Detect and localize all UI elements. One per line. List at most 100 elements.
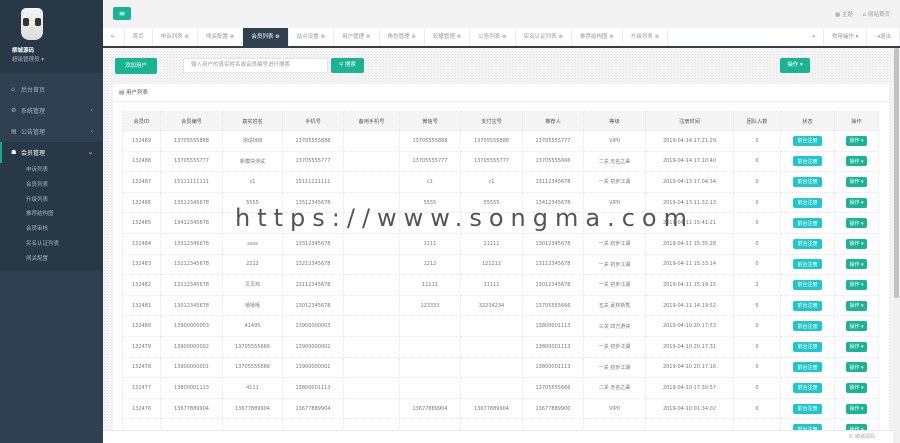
table-cell: 2019-04-11 15:33:14 <box>645 253 734 276</box>
status-badge[interactable]: 前台注册 <box>793 259 822 270</box>
close-icon[interactable]: ⊗ <box>366 34 371 40</box>
table-cell: 嘻嘻嘻 <box>222 294 283 317</box>
submenu-item[interactable]: 会员审核 <box>0 222 103 237</box>
table-cell: 132481 <box>122 294 161 317</box>
close-icon[interactable]: ⊗ <box>655 34 660 40</box>
status-badge[interactable]: 前台注册 <box>793 279 822 290</box>
table-cell: 一关 初步江湖 <box>583 171 646 193</box>
tab-label: 站点设置 <box>296 34 319 40</box>
table-cell: 2019-04-11 15:35:28 <box>645 232 734 255</box>
close-icon[interactable]: ⊗ <box>230 34 235 40</box>
row-ops-button[interactable]: 操作 ▾ <box>846 362 867 373</box>
close-icon[interactable]: ⊗ <box>558 34 563 40</box>
table-cell: 13705555888 <box>399 130 461 152</box>
status-badge[interactable]: 前台注册 <box>793 135 822 146</box>
close-icon[interactable]: ⊗ <box>184 34 189 40</box>
table-cell: 13112345678 <box>522 171 584 193</box>
status-badge[interactable]: 前台注册 <box>793 156 822 167</box>
status-badge[interactable]: 前台注册 <box>793 341 822 352</box>
row-ops-button[interactable]: 操作 ▾ <box>846 382 867 393</box>
close-icon[interactable]: ⊗ <box>321 34 326 40</box>
role-dropdown[interactable]: 超级管理员 ▾ <box>12 55 103 63</box>
table-cell: 13012345678 <box>522 232 584 255</box>
sidebar-item-notice[interactable]: ▤ 公告管理 ‹ <box>0 121 103 142</box>
tabs-next-button[interactable]: ⇥ <box>802 28 824 46</box>
sidebar-item-user[interactable]: ☗ 会员管理 ⌄ <box>0 142 103 163</box>
tab[interactable]: 轮播管理 ⊗ <box>425 28 471 46</box>
row-ops-button[interactable]: 操作 ▾ <box>846 176 867 187</box>
status-badge[interactable]: 前台注册 <box>793 238 822 249</box>
row-ops-button[interactable]: 操作 ▾ <box>846 279 867 290</box>
submenu-item[interactable]: 申诉列表 <box>0 163 103 178</box>
status-badge[interactable]: 前台注册 <box>793 382 822 393</box>
theme-link[interactable]: ▦ 主题 <box>835 12 853 18</box>
status-badge[interactable]: 前台注册 <box>793 218 822 229</box>
status-badge[interactable]: 前台注册 <box>793 403 822 414</box>
site-home-link[interactable]: ⌂ 网站首页 <box>863 12 890 18</box>
submenu-item[interactable]: 推荐结构图 <box>0 207 103 222</box>
row-ops-button[interactable]: 操作 ▾ <box>846 135 867 146</box>
tab[interactable]: 升级列表 ⊗ <box>623 28 669 46</box>
ops-dropdown-button[interactable]: 操作 ▾ <box>780 58 810 73</box>
submenu-item[interactable]: 会员列表 <box>0 178 103 193</box>
tab[interactable]: 用户管理 ⊗ <box>334 28 380 46</box>
close-icon[interactable]: ⊗ <box>609 34 614 40</box>
sidebar-item-gear[interactable]: ⚙ 系统管理 ‹ <box>0 100 103 121</box>
row-ops-button[interactable]: 操作 ▾ <box>846 259 867 270</box>
close-icon[interactable]: ⊗ <box>457 34 462 40</box>
status-badge[interactable]: 前台注册 <box>793 176 822 187</box>
table-cell <box>399 212 461 234</box>
tabs-prev-button[interactable]: ⇤ <box>103 28 125 46</box>
tab[interactable]: 申诉列表 ⊗ <box>153 28 198 46</box>
status-badge[interactable]: 前台注册 <box>793 321 822 332</box>
row-ops-button[interactable]: 操作 ▾ <box>846 300 867 311</box>
table-cell: 13705555777 <box>460 150 523 173</box>
row-ops-button[interactable]: 操作 ▾ <box>846 403 867 414</box>
close-icon[interactable]: ⊗ <box>275 34 280 40</box>
scrollbar[interactable] <box>893 48 900 443</box>
table-cell: 13312345678 <box>160 232 223 255</box>
menu-toggle-button[interactable]: ≡ <box>113 7 131 20</box>
table-cell <box>460 335 523 358</box>
search-button[interactable]: ⚲ 搜索 <box>331 58 364 73</box>
row-ops-button[interactable]: 操作 ▾ <box>846 238 867 249</box>
submenu-item[interactable]: 升级列表 <box>0 193 103 208</box>
tab[interactable]: 实名认证列表 ⊗ <box>516 28 572 46</box>
table-cell: 13900000003 <box>160 315 223 337</box>
add-user-button[interactable]: 添加用户 <box>115 58 157 74</box>
close-icon[interactable]: ⊗ <box>411 34 416 40</box>
scrollbar-thumb[interactable] <box>894 48 899 298</box>
submenu-item[interactable]: 闯关配置 <box>0 252 103 267</box>
tab[interactable]: 会员列表 ⊗ <box>243 28 289 46</box>
row-ops-button[interactable]: 操作 ▾ <box>846 156 867 167</box>
common-ops-dropdown[interactable]: 常用操作 ▾ <box>824 28 868 46</box>
status-badge[interactable]: 前台注册 <box>793 362 822 373</box>
table-cell: 一关 初步江湖 <box>583 335 646 358</box>
status-badge[interactable]: 前台注册 <box>793 300 822 311</box>
tab-label: 会员列表 <box>251 34 274 40</box>
tab[interactable]: 站点设置 ⊗ <box>289 28 335 46</box>
tab[interactable]: 首页 <box>125 28 153 46</box>
logout-button[interactable]: ⇥退出 <box>867 28 900 46</box>
table-cell: VIP0 <box>583 191 646 214</box>
tab[interactable]: 闯关配置 ⊗ <box>198 28 244 46</box>
close-icon[interactable]: ⊗ <box>502 34 507 40</box>
submenu-item[interactable]: 实名认证列表 <box>0 237 103 252</box>
row-ops-button[interactable]: 操作 ▾ <box>846 321 867 332</box>
table-cell: 二关 无名之辈 <box>583 377 646 399</box>
status-cell: 前台注册 <box>780 212 835 234</box>
table-cell: 13677889904 <box>160 397 223 420</box>
table-row: 132486 13512345678 5555 13512345678 5555 5555… <box>122 191 879 214</box>
table-cell: 13512345678 <box>160 191 223 214</box>
tab[interactable]: 推荐结构图 ⊗ <box>572 28 623 46</box>
column-header: 微信号 <box>399 111 461 131</box>
row-ops-button[interactable]: 操作 ▾ <box>846 341 867 352</box>
status-badge[interactable]: 前台注册 <box>793 197 822 208</box>
row-ops-button[interactable]: 操作 ▾ <box>846 218 867 229</box>
tab[interactable]: 角色管理 ⊗ <box>380 28 425 46</box>
tab[interactable]: 公告列表 ⊗ <box>470 28 516 46</box>
search-input[interactable]: 输入用户的真实姓名或会员编号进行搜索 <box>183 58 328 73</box>
sidebar-item-home[interactable]: ⌂ 后台首页 <box>0 79 103 100</box>
row-ops-button[interactable]: 操作 ▾ <box>846 197 867 208</box>
table-row: 132489 13705555888 测试008 13705555888 1370555… <box>122 130 879 152</box>
